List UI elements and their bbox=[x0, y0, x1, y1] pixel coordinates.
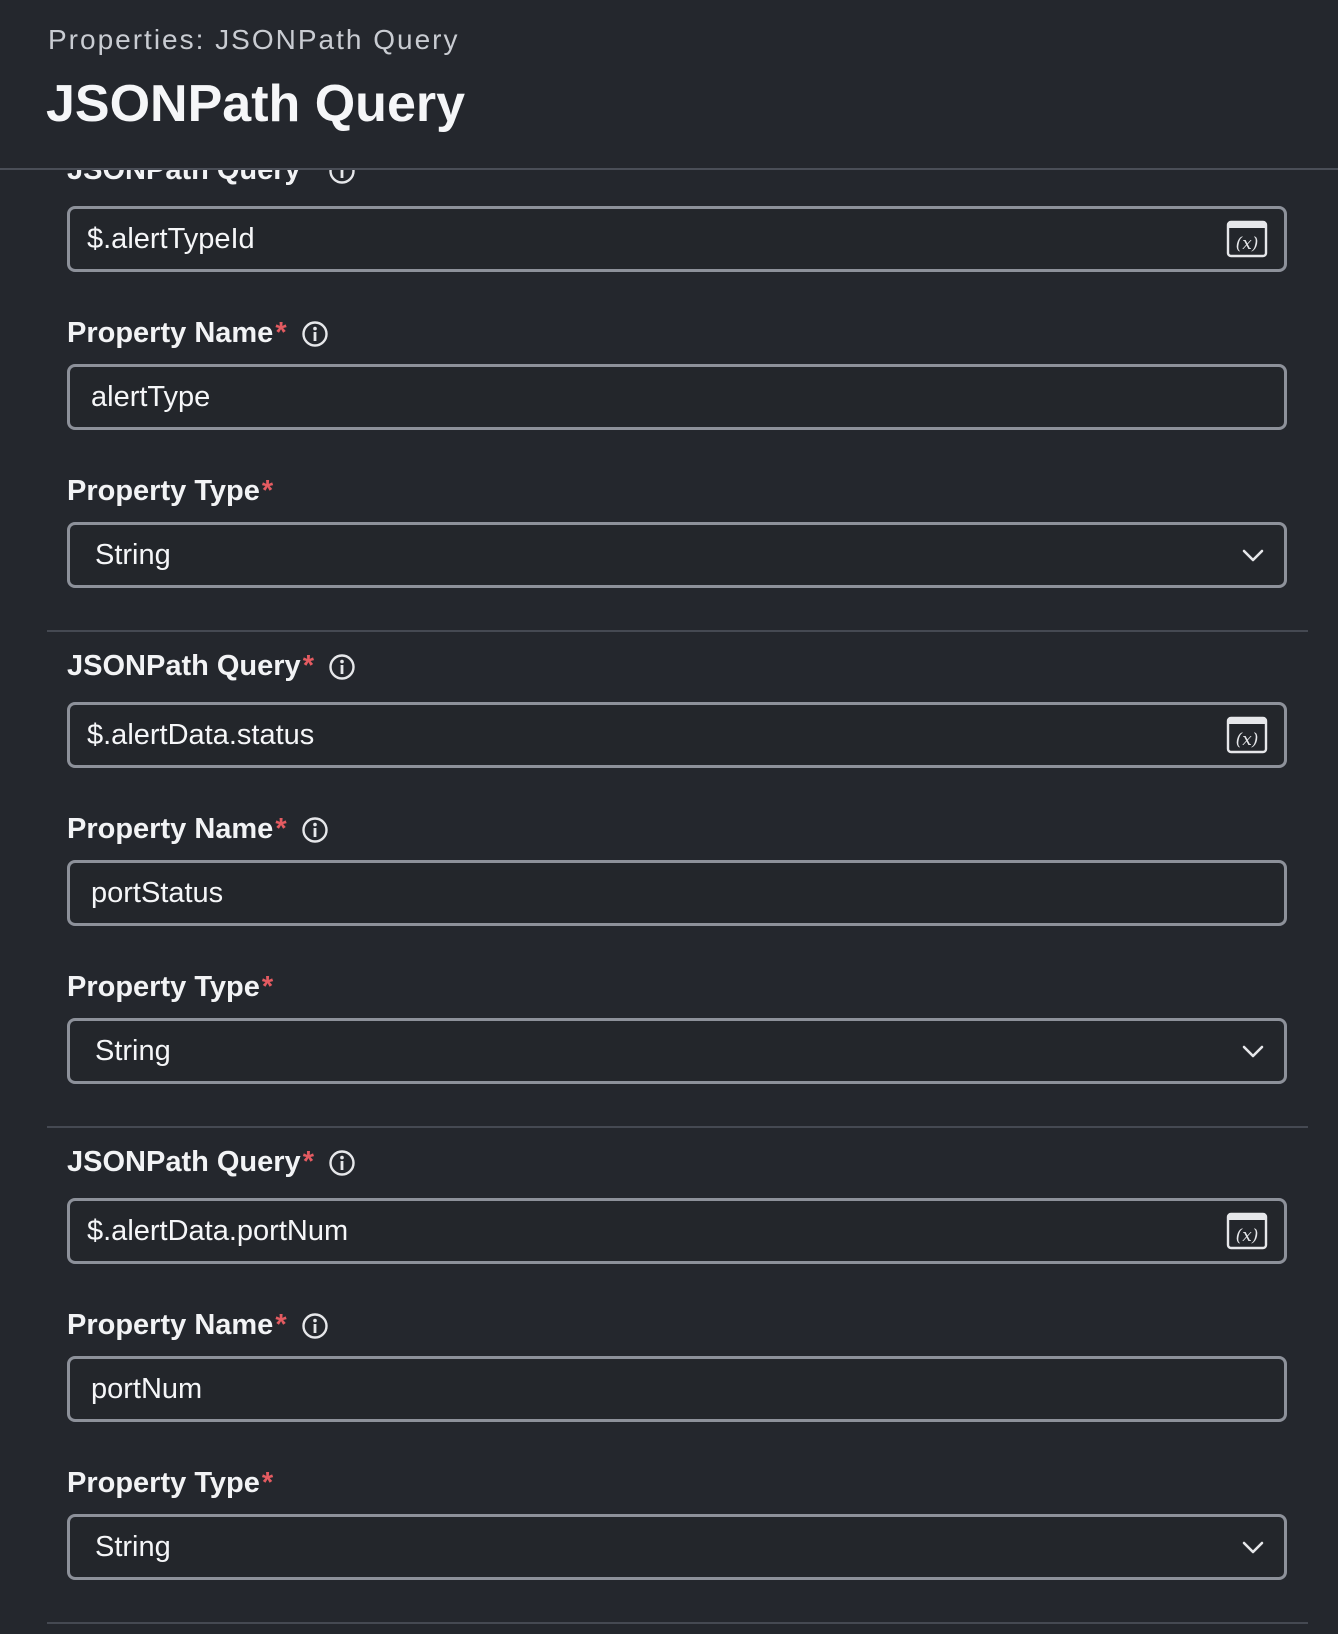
info-icon[interactable] bbox=[328, 653, 356, 681]
variable-icon[interactable]: (x) bbox=[1226, 1212, 1268, 1250]
info-icon[interactable] bbox=[301, 816, 329, 844]
property-name-input[interactable]: alertType bbox=[67, 364, 1287, 430]
jsonpath-query-value: $.alertData.portNum bbox=[87, 1214, 349, 1247]
required-marker: * bbox=[302, 650, 314, 682]
property-name-value: alertType bbox=[91, 380, 211, 413]
property-group: JSONPath Query * $.alertData.status (x) P… bbox=[0, 496, 1338, 1128]
property-type-label: Property Type * bbox=[67, 1467, 274, 1499]
required-marker: * bbox=[275, 317, 287, 349]
variable-icon[interactable]: (x) bbox=[1226, 716, 1268, 754]
required-marker: * bbox=[302, 1146, 314, 1178]
required-marker: * bbox=[261, 1467, 274, 1499]
property-name-value: portNum bbox=[91, 1372, 203, 1405]
variable-icon[interactable]: (x) bbox=[1226, 220, 1268, 258]
jsonpath-query-input[interactable]: $.alertTypeId (x) bbox=[67, 206, 1287, 272]
info-icon[interactable] bbox=[301, 1312, 329, 1340]
jsonpath-query-input[interactable]: $.alertData.status (x) bbox=[67, 702, 1287, 768]
property-type-select[interactable]: String bbox=[67, 1514, 1287, 1580]
panel-header: Properties: JSONPath Query JSONPath Quer… bbox=[0, 0, 1338, 170]
page-title: JSONPath Query bbox=[46, 75, 466, 133]
property-name-input[interactable]: portStatus bbox=[67, 860, 1287, 926]
property-name-label: Property Name * bbox=[67, 1309, 329, 1342]
property-name-label: Property Name * bbox=[67, 317, 329, 350]
jsonpath-query-input[interactable]: $.alertData.portNum (x) bbox=[67, 1198, 1287, 1264]
jsonpath-query-value: $.alertTypeId bbox=[87, 222, 255, 255]
property-type-value: String bbox=[95, 1530, 171, 1563]
property-name-input[interactable]: portNum bbox=[67, 1356, 1287, 1422]
property-group: JSONPath Query * $.alertData.portNum (x) … bbox=[0, 992, 1338, 1624]
jsonpath-query-label: JSONPath Query * bbox=[67, 650, 356, 683]
svg-text:(x): (x) bbox=[1236, 234, 1259, 254]
breadcrumb: Properties: JSONPath Query bbox=[48, 24, 460, 55]
info-icon[interactable] bbox=[328, 1149, 356, 1177]
required-marker: * bbox=[275, 1309, 287, 1341]
properties-list[interactable]: JSONPath Query * $.alertTypeId (x) Proper… bbox=[0, 0, 1338, 1634]
property-name-label: Property Name * bbox=[67, 813, 329, 846]
chevron-down-icon bbox=[1242, 1541, 1264, 1554]
jsonpath-query-label: JSONPath Query * bbox=[67, 1146, 356, 1179]
svg-text:(x): (x) bbox=[1236, 1226, 1259, 1246]
property-name-value: portStatus bbox=[91, 876, 224, 909]
required-marker: * bbox=[275, 813, 287, 845]
group-divider bbox=[47, 1622, 1308, 1624]
svg-text:(x): (x) bbox=[1236, 730, 1259, 750]
jsonpath-query-value: $.alertData.status bbox=[87, 718, 315, 751]
info-icon[interactable] bbox=[301, 320, 329, 348]
